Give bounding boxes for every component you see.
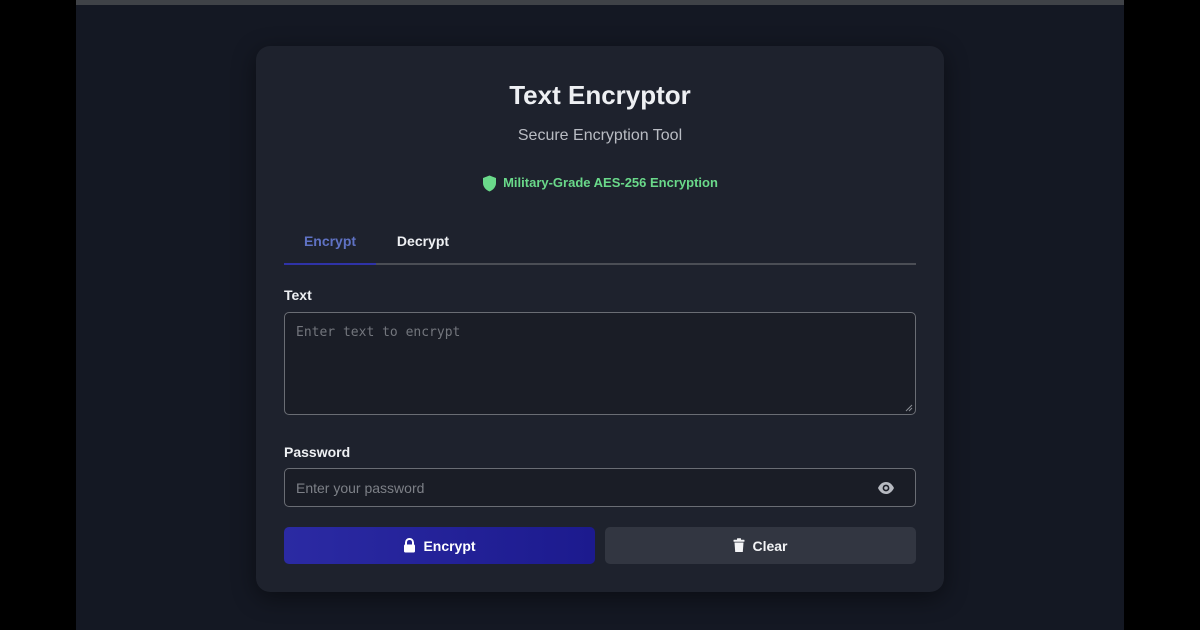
text-input[interactable]: Enter text to encrypt <box>284 312 916 415</box>
encrypt-button-label: Encrypt <box>423 537 476 554</box>
encryption-badge: Military-Grade AES-256 Encryption <box>256 174 944 192</box>
mode-tabs: Encrypt Decrypt <box>284 220 916 265</box>
trash-icon <box>733 538 745 553</box>
password-label: Password <box>284 444 351 460</box>
password-placeholder: Enter your password <box>296 480 425 496</box>
page-subtitle: Secure Encryption Tool <box>517 127 683 144</box>
text-input-placeholder: Enter text to encrypt <box>296 325 461 340</box>
clear-button-label: Clear <box>752 537 788 554</box>
text-label: Text <box>284 287 312 303</box>
resize-grip-icon[interactable] <box>905 404 913 412</box>
eye-icon[interactable] <box>877 479 895 497</box>
encrypt-button[interactable]: Encrypt <box>284 527 595 564</box>
clear-button[interactable]: Clear <box>605 527 916 564</box>
lock-icon <box>403 538 416 553</box>
page-title: Text Encryptor <box>509 80 691 110</box>
shield-icon <box>482 175 497 192</box>
browser-top-bar <box>76 0 1124 5</box>
encryptor-card: Text Encryptor Secure Encryption Tool Mi… <box>256 46 944 592</box>
tab-encrypt[interactable]: Encrypt <box>284 220 376 265</box>
app-viewport: Text Encryptor Secure Encryption Tool Mi… <box>76 0 1124 630</box>
tab-decrypt[interactable]: Decrypt <box>376 220 470 263</box>
badge-label: Military-Grade AES-256 Encryption <box>503 175 718 190</box>
password-field[interactable]: Enter your password <box>284 468 916 507</box>
